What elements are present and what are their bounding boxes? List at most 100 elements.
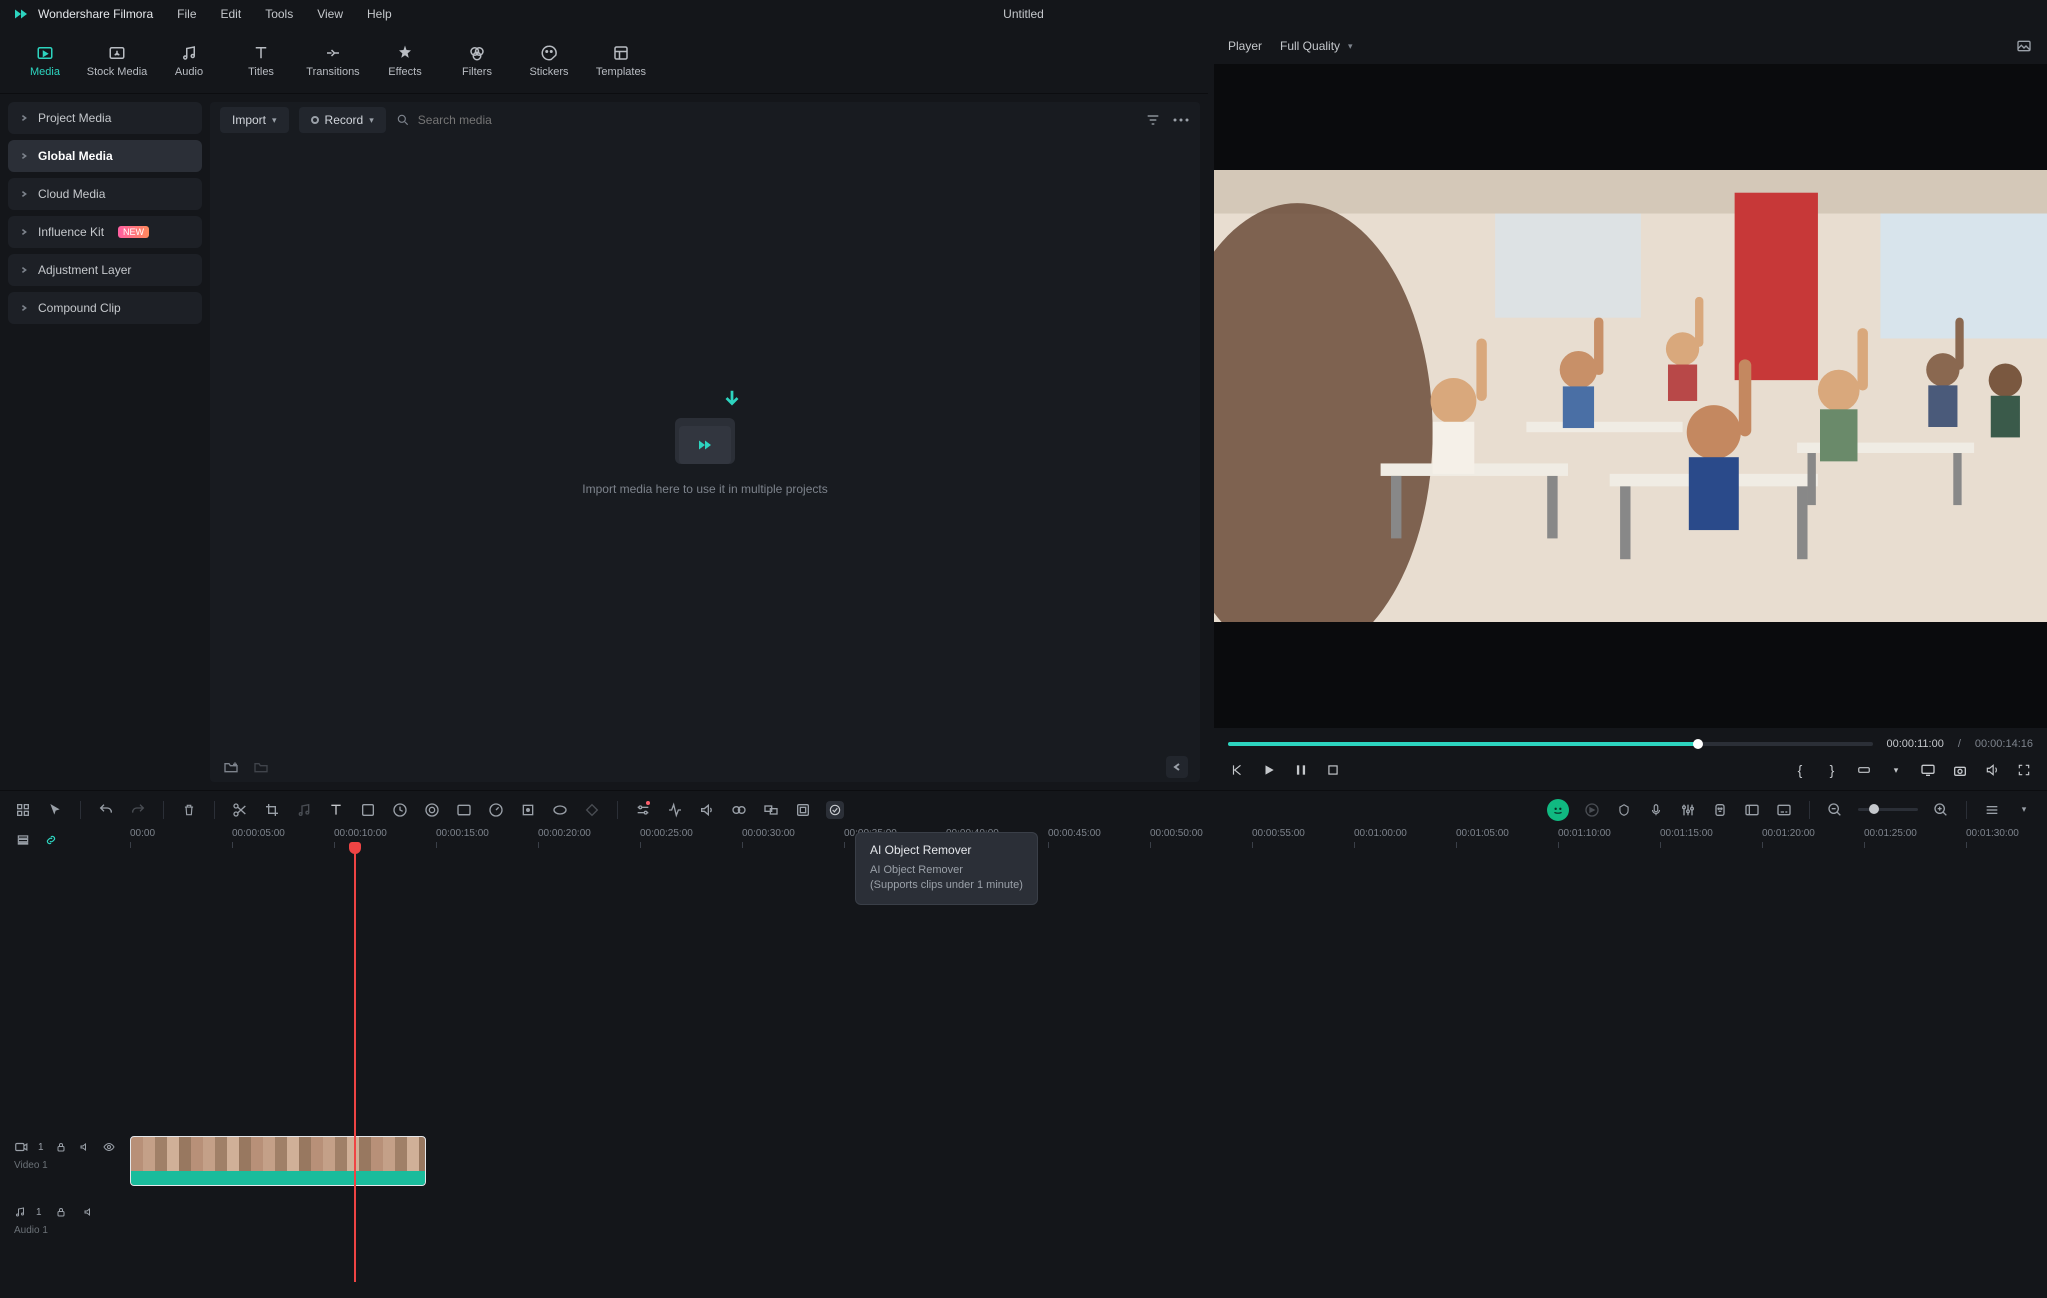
sidebar-item-adjustment-layer[interactable]: Adjustment Layer — [8, 254, 202, 286]
menu-file[interactable]: File — [177, 7, 196, 21]
record-button[interactable]: Record ▾ — [299, 107, 386, 133]
playhead-head-icon[interactable] — [349, 842, 361, 854]
more-icon[interactable] — [1172, 111, 1190, 129]
record-voiceover-icon[interactable] — [1855, 761, 1873, 779]
pause-icon[interactable] — [1292, 761, 1310, 779]
audio-track-icon — [14, 1205, 26, 1219]
search-input[interactable] — [418, 113, 618, 127]
tab-transitions[interactable]: Transitions — [298, 36, 368, 86]
tab-filters[interactable]: Filters — [442, 36, 512, 86]
snapshot-icon[interactable] — [2015, 37, 2033, 55]
progress-bar[interactable] — [1228, 742, 1873, 746]
sidebar-item-project-media[interactable]: Project Media — [8, 102, 202, 134]
zoom-in-icon[interactable] — [1932, 801, 1950, 819]
tab-audio[interactable]: Audio — [154, 36, 224, 86]
cursor-tool-icon[interactable] — [46, 801, 64, 819]
video-clip[interactable] — [130, 1136, 426, 1186]
mixer-icon[interactable] — [1679, 801, 1697, 819]
mark-in-icon[interactable]: { — [1791, 761, 1809, 779]
menu-edit[interactable]: Edit — [221, 7, 242, 21]
audio-detach-icon — [295, 801, 313, 819]
marker-icon[interactable] — [1615, 801, 1633, 819]
color-icon[interactable] — [423, 801, 441, 819]
ruler-tick: 00:00:20:00 — [538, 828, 591, 839]
audio-mix-icon[interactable] — [730, 801, 748, 819]
fullscreen-icon[interactable] — [2015, 761, 2033, 779]
new-folder-icon[interactable] — [222, 758, 240, 776]
mute-icon[interactable] — [80, 1203, 98, 1221]
tab-effects[interactable]: Effects — [370, 36, 440, 86]
subtitle-icon[interactable] — [1775, 801, 1793, 819]
stop-icon[interactable] — [1324, 761, 1342, 779]
menu-view[interactable]: View — [317, 7, 343, 21]
export-frame-icon[interactable] — [1743, 801, 1761, 819]
zoom-out-icon[interactable] — [1826, 801, 1844, 819]
play-icon[interactable] — [1260, 761, 1278, 779]
undo-icon[interactable] — [97, 801, 115, 819]
mic-icon[interactable] — [1647, 801, 1665, 819]
record-dot-icon — [311, 116, 319, 124]
ruler-tick: 00:01:00:00 — [1354, 828, 1407, 839]
ai-button[interactable] — [1547, 799, 1569, 821]
search-icon — [396, 113, 410, 127]
lock-icon[interactable] — [52, 1203, 70, 1221]
mark-out-icon[interactable]: } — [1823, 761, 1841, 779]
sidebar-item-compound-clip[interactable]: Compound Clip — [8, 292, 202, 324]
playhead[interactable] — [354, 852, 356, 1282]
tab-stickers[interactable]: Stickers — [514, 36, 584, 86]
tab-templates[interactable]: Templates — [586, 36, 656, 86]
green-screen-icon[interactable] — [455, 801, 473, 819]
volume-icon[interactable] — [1983, 761, 2001, 779]
player-viewport[interactable] — [1214, 64, 2047, 728]
group-icon[interactable] — [762, 801, 780, 819]
audio-stretch-icon[interactable] — [666, 801, 684, 819]
speed-ramp-icon[interactable] — [487, 801, 505, 819]
render-icon[interactable] — [794, 801, 812, 819]
video-track-body[interactable] — [130, 1132, 2047, 1192]
sidebar-item-cloud-media[interactable]: Cloud Media — [8, 178, 202, 210]
crop-zoom-icon[interactable] — [359, 801, 377, 819]
voice-icon[interactable] — [698, 801, 716, 819]
zoom-handle[interactable] — [1869, 804, 1879, 814]
snapshot-icon[interactable] — [1951, 761, 1969, 779]
view-mode-icon[interactable] — [1983, 801, 2001, 819]
timeline-ruler[interactable]: 00:0000:00:05:0000:00:10:0000:00:15:0000… — [130, 828, 2047, 852]
chevron-down-icon[interactable]: ▾ — [1887, 761, 1905, 779]
mask-icon[interactable] — [551, 801, 569, 819]
sidebar-item-global-media[interactable]: Global Media — [8, 140, 202, 172]
split-icon[interactable] — [231, 801, 249, 819]
visibility-icon[interactable] — [102, 1138, 116, 1156]
speed-icon[interactable] — [391, 801, 409, 819]
motion-track-icon[interactable] — [519, 801, 537, 819]
tab-media[interactable]: Media — [10, 36, 80, 86]
display-icon[interactable] — [1919, 761, 1937, 779]
crop-icon[interactable] — [263, 801, 281, 819]
import-button[interactable]: Import ▾ — [220, 107, 289, 133]
collapse-sidebar-button[interactable] — [1166, 756, 1188, 778]
lock-icon[interactable] — [54, 1138, 68, 1156]
adjustment-icon[interactable] — [634, 801, 652, 819]
audio-track-body[interactable] — [130, 1197, 2047, 1241]
ai-object-remover-icon[interactable] — [826, 801, 844, 819]
sidebar-item-influence-kit[interactable]: Influence KitNEW — [8, 216, 202, 248]
zoom-slider[interactable] — [1858, 808, 1918, 811]
delete-icon[interactable] — [180, 801, 198, 819]
mute-icon[interactable] — [78, 1138, 92, 1156]
step-back-icon[interactable] — [1228, 761, 1246, 779]
text-icon[interactable] — [327, 801, 345, 819]
tab-titles[interactable]: Titles — [226, 36, 296, 86]
ai-credits-icon[interactable] — [1711, 801, 1729, 819]
menu-help[interactable]: Help — [367, 7, 392, 21]
time-total: 00:00:14:16 — [1975, 738, 2033, 750]
media-drop-zone[interactable]: Import media here to use it in multiple … — [210, 138, 1200, 752]
link-icon[interactable] — [42, 831, 60, 849]
progress-handle[interactable] — [1693, 739, 1703, 749]
track-manager-icon[interactable] — [14, 831, 32, 849]
chevron-down-icon[interactable]: ▾ — [2015, 801, 2033, 819]
select-tool-icon[interactable] — [14, 801, 32, 819]
filters-icon — [468, 44, 486, 62]
menu-tools[interactable]: Tools — [265, 7, 293, 21]
filter-icon[interactable] — [1144, 111, 1162, 129]
player-quality-dropdown[interactable]: Full Quality ▾ — [1280, 39, 1353, 53]
tab-stock-media[interactable]: Stock Media — [82, 36, 152, 86]
